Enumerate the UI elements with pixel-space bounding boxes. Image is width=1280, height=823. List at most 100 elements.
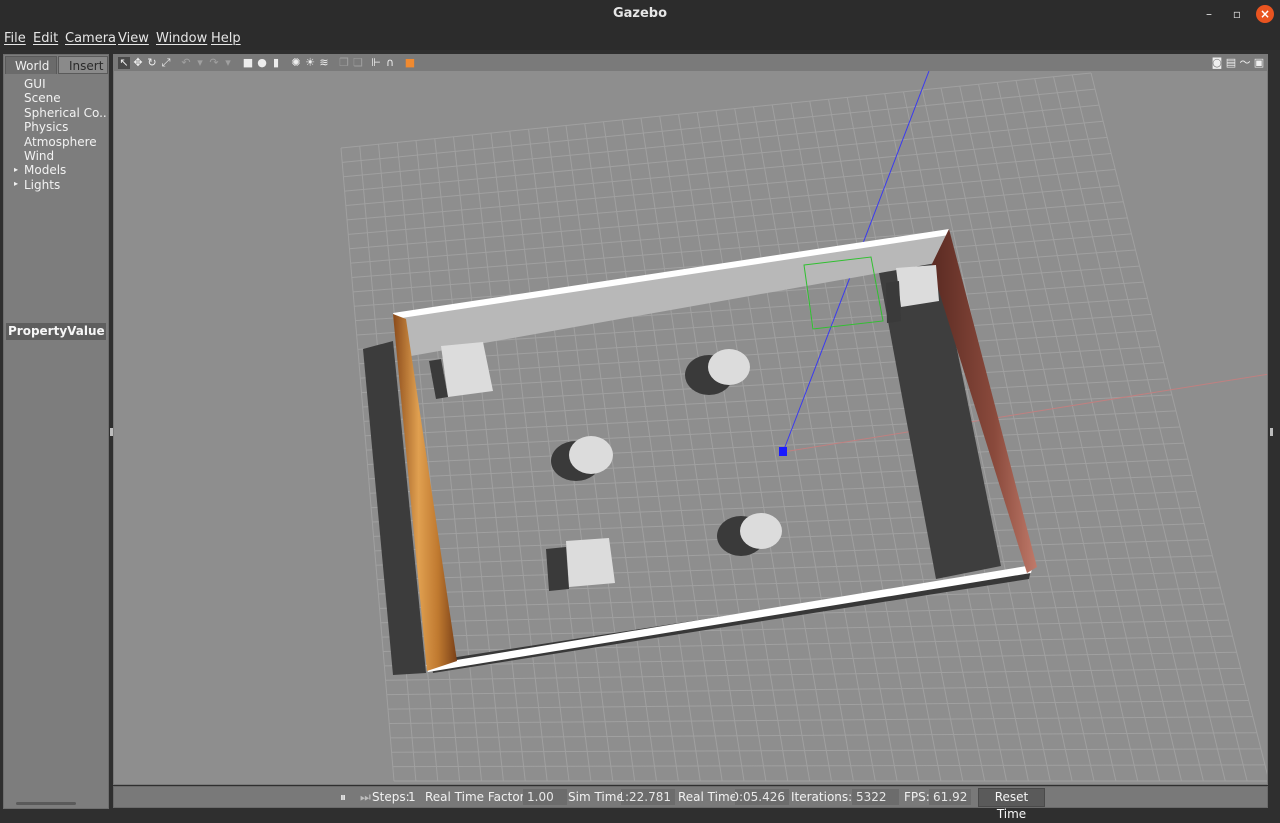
reset-time-button[interactable]: Reset Time — [978, 788, 1045, 821]
fps-value: 61.92 — [929, 789, 971, 805]
grid-line — [345, 136, 1108, 207]
box-obstacle[interactable] — [441, 342, 493, 397]
property-header: PropertyValue — [6, 323, 106, 340]
cylinder-icon[interactable]: ▮ — [270, 57, 282, 69]
scene-viewport[interactable]: ↖ ✥ ↻ ⤢ ↶ ▾ ↷ ▾ ■ ● ▮ ✺ ☀ ≋ ❐ ❏ ⊩ ∩ ■ ◙ … — [113, 54, 1268, 785]
box-obstacle-shadow — [886, 281, 901, 323]
menu-bar: File Edit Camera View Window Help — [0, 28, 1280, 50]
grid-line — [343, 104, 1100, 178]
grid-line — [371, 474, 1193, 509]
tree-item-gui[interactable]: GUI — [24, 77, 108, 91]
grid-line — [369, 458, 1189, 494]
status-bar: ⏸ ⏭ Steps: 1 Real Time Factor: 1.00 Sim … — [113, 786, 1268, 821]
expand-arrow-icon[interactable]: ▸ — [14, 165, 18, 174]
grid-line — [350, 201, 1124, 264]
scale-icon[interactable]: ⤢ — [160, 57, 172, 69]
rotate-icon[interactable]: ↻ — [146, 57, 158, 69]
real-time-factor-value: 1.00 — [523, 789, 567, 805]
menu-window[interactable]: Window — [156, 31, 207, 46]
title-bar: Gazebo – ▫ × — [0, 0, 1280, 28]
ground-grid — [340, 72, 1267, 782]
grid-line — [381, 619, 1229, 638]
tree-item-atmosphere[interactable]: Atmosphere — [24, 135, 108, 149]
cylinder-obstacle[interactable] — [708, 349, 750, 385]
left-panel: World Insert GUI Scene Spherical Co... P… — [3, 54, 109, 809]
tree-item-lights[interactable]: Lights — [24, 178, 108, 192]
light-marker[interactable] — [779, 447, 787, 456]
expand-arrow-icon[interactable]: ▸ — [14, 179, 18, 188]
menu-view[interactable]: View — [118, 31, 149, 46]
tree-item-models[interactable]: Models — [24, 163, 108, 177]
grid-line — [366, 410, 1176, 451]
undo-menu-icon[interactable]: ▾ — [194, 57, 206, 69]
scrollbar[interactable] — [16, 802, 76, 805]
box-obstacle[interactable] — [566, 538, 615, 587]
sim-time-value: 1:22.781 — [621, 789, 675, 805]
pause-icon[interactable]: ⏸ — [340, 790, 346, 805]
step-icon[interactable]: ⏭ — [360, 790, 371, 805]
redo-icon[interactable]: ↷ — [208, 57, 220, 69]
tab-insert[interactable]: Insert — [58, 56, 108, 74]
minimize-icon[interactable]: – — [1200, 5, 1218, 23]
steps-value[interactable]: 1 — [408, 790, 416, 804]
menu-camera[interactable]: Camera — [65, 31, 116, 46]
real-time-factor-label: Real Time Factor: — [425, 790, 529, 804]
change-view-icon[interactable]: ■ — [404, 57, 416, 69]
video-icon[interactable]: ▣ — [1253, 57, 1265, 69]
steps-label: Steps: — [372, 790, 410, 804]
cylinder-obstacle[interactable] — [740, 513, 782, 549]
directional-light-icon[interactable]: ≋ — [318, 57, 330, 69]
point-light-icon[interactable]: ✺ — [290, 57, 302, 69]
spot-light-icon[interactable]: ☀ — [304, 57, 316, 69]
screenshot-icon[interactable]: ◙ — [1211, 57, 1223, 69]
grid-line — [373, 506, 1201, 537]
x-axis-line — [782, 373, 1267, 453]
maximize-icon[interactable]: ▫ — [1228, 5, 1246, 23]
grid-line — [377, 555, 1213, 581]
tree-item-physics[interactable]: Physics — [24, 120, 108, 134]
grid-line — [368, 442, 1185, 480]
tree-item-wind[interactable]: Wind — [24, 149, 108, 163]
undo-icon[interactable]: ↶ — [180, 57, 192, 69]
grid-line — [346, 152, 1112, 221]
window-title: Gazebo — [612, 6, 668, 21]
splitter-handle[interactable] — [1270, 428, 1273, 436]
close-icon[interactable]: × — [1256, 5, 1274, 23]
menu-help[interactable]: Help — [211, 31, 241, 46]
grid-line — [348, 169, 1116, 235]
snap-icon[interactable]: ∩ — [384, 57, 396, 69]
box-obstacle[interactable] — [896, 265, 939, 307]
sphere-icon[interactable]: ● — [256, 57, 268, 69]
iterations-value: 5322 — [852, 789, 899, 805]
grid-line — [340, 72, 1092, 149]
scene-toolbar: ↖ ✥ ↻ ⤢ ↶ ▾ ↷ ▾ ■ ● ▮ ✺ ☀ ≋ ❐ ❏ ⊩ ∩ ■ ◙ … — [114, 55, 1267, 71]
tab-world[interactable]: World — [5, 56, 57, 74]
tree-item-spherical-coordinates[interactable]: Spherical Co... — [24, 106, 108, 120]
front-wall-top — [426, 565, 1033, 672]
tree-item-scene[interactable]: Scene — [24, 91, 108, 105]
box-obstacle-shadow — [546, 547, 569, 591]
copy-icon[interactable]: ❐ — [338, 57, 350, 69]
align-icon[interactable]: ⊩ — [370, 57, 382, 69]
grid-line — [367, 426, 1181, 465]
fps-label: FPS: — [904, 790, 930, 804]
panel-tabs: World Insert — [4, 55, 108, 74]
cylinder-obstacle[interactable] — [569, 436, 613, 474]
translate-icon[interactable]: ✥ — [132, 57, 144, 69]
scene-canvas[interactable] — [114, 71, 1268, 785]
paste-icon[interactable]: ❏ — [352, 57, 364, 69]
iterations-label: Iterations: — [791, 790, 853, 804]
grid-line — [374, 523, 1205, 552]
real-time-value: 0:05.426 — [735, 789, 789, 805]
real-time-label: Real Time: — [678, 790, 742, 804]
back-wall — [393, 231, 948, 356]
log-icon[interactable]: ▤ — [1225, 57, 1237, 69]
redo-menu-icon[interactable]: ▾ — [222, 57, 234, 69]
grid-line — [342, 88, 1096, 163]
select-arrow-icon[interactable]: ↖ — [118, 57, 130, 69]
grid-line — [375, 539, 1209, 566]
menu-file[interactable]: File — [4, 31, 26, 46]
box-icon[interactable]: ■ — [242, 57, 254, 69]
plot-icon[interactable]: 〜 — [1239, 57, 1251, 69]
menu-edit[interactable]: Edit — [33, 31, 58, 46]
